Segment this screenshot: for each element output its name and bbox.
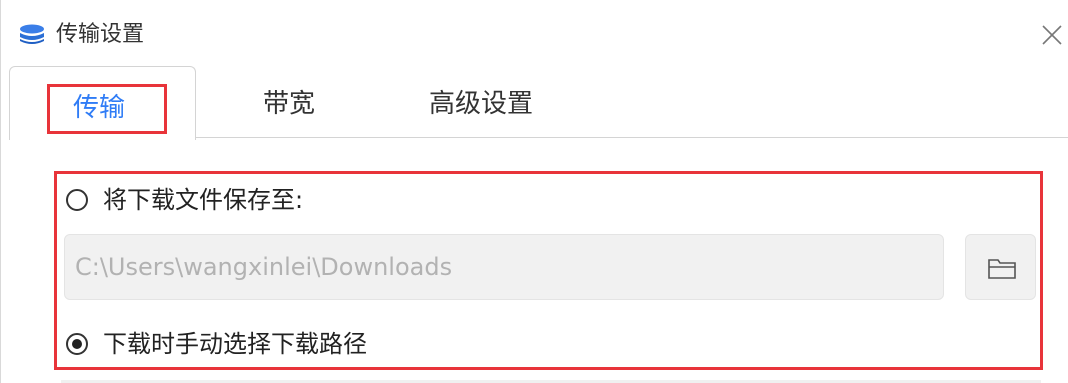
manual-select-label: 下载时手动选择下载路径 bbox=[103, 330, 367, 358]
close-icon[interactable] bbox=[1037, 20, 1067, 50]
radio-selected-dot bbox=[72, 339, 82, 349]
download-path-input[interactable]: C:\Users\wangxinlei\Downloads bbox=[64, 234, 944, 300]
tab-divider bbox=[196, 137, 1068, 138]
browse-folder-button[interactable] bbox=[965, 234, 1036, 300]
transfer-settings-window: 传输设置 传输 带宽 高级设置 将下载文件保存至: C:\Users\wangx… bbox=[0, 0, 1068, 383]
app-logo-icon bbox=[19, 24, 45, 46]
folder-icon bbox=[988, 259, 1016, 279]
tab-bandwidth[interactable]: 带宽 bbox=[263, 86, 315, 122]
save-to-label: 将下载文件保存至: bbox=[103, 186, 304, 214]
window-title: 传输设置 bbox=[56, 22, 145, 47]
tab-advanced-settings[interactable]: 高级设置 bbox=[429, 86, 533, 122]
save-to-radio[interactable] bbox=[66, 189, 88, 211]
manual-select-radio[interactable] bbox=[66, 333, 88, 355]
tab-highlight-box bbox=[47, 84, 167, 134]
title-bar: 传输设置 bbox=[1, 0, 1068, 64]
